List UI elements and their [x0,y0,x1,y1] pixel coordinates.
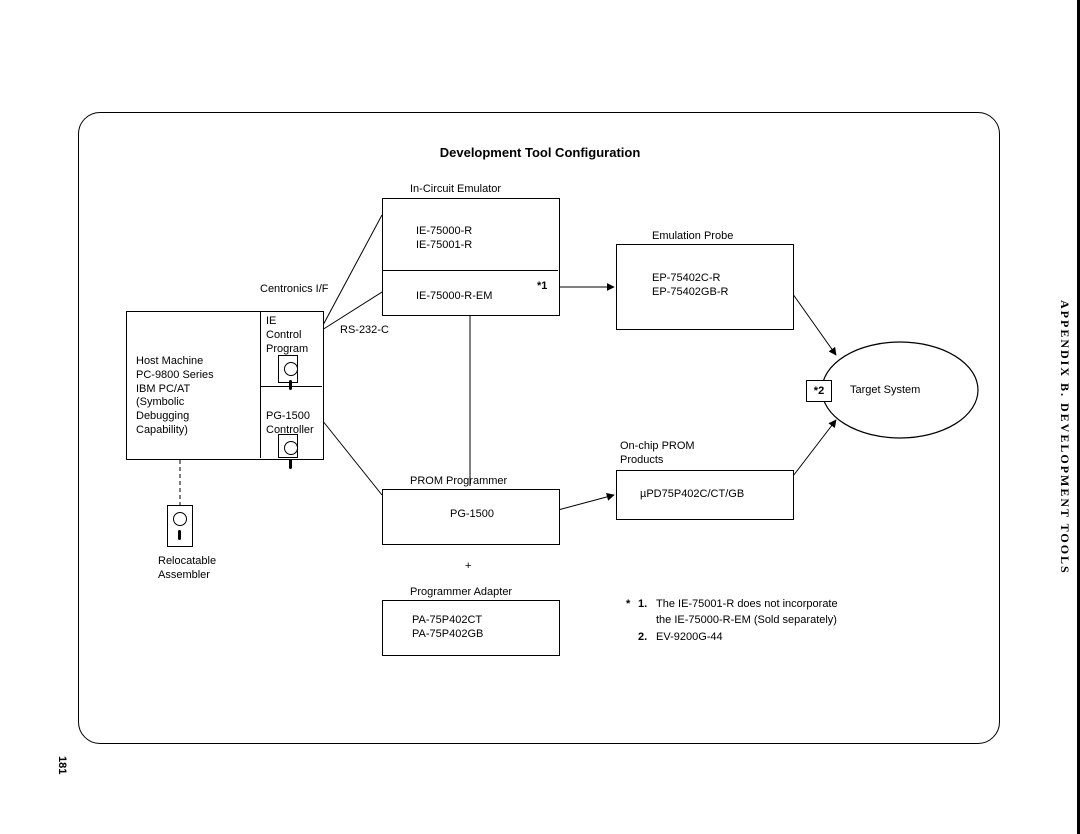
disk-icon [167,505,193,547]
emu-probe-label: Emulation Probe [652,230,733,244]
disk-icon [278,434,298,458]
centronics-label: Centronics I/F [260,283,328,297]
prom-label: PROM Programmer [410,475,507,489]
note1-bold: 1. [638,598,647,612]
onchip-text: µPD75P402C/CT/GB [640,488,744,502]
note1-cont: the IE-75000-R-EM (Sold separately) [656,614,837,628]
reloc-asm-label: Relocatable Assembler [158,555,216,583]
adapter-label: Programmer Adapter [410,586,512,600]
page-number: 181 [56,756,68,774]
disk-icon [278,355,298,383]
host-divider-v [260,311,261,458]
adapter-text: PA-75P402CT PA-75P402GB [412,614,483,642]
ie-control-label: IE Control Program [266,315,308,356]
rs232-label: RS-232-C [340,324,389,338]
appendix-label: APPENDIX B. DEVELOPMENT TOOLS [1057,300,1072,575]
emulator-label: In-Circuit Emulator [410,183,501,197]
emu-probe-text: EP-75402C-R EP-75402GB-R [652,272,728,300]
onchip-label: On-chip PROM Products [620,440,695,468]
plus-label: + [465,560,471,574]
target-label: Target System [850,384,920,398]
note1-text: The IE-75001-R does not incorporate [656,598,838,612]
emulator-top-text: IE-75000-R IE-75001-R [416,225,472,253]
note2-text: EV-9200G-44 [656,631,723,645]
emulator-bottom-text: IE-75000-R-EM [416,290,492,304]
note-star: * [626,598,630,612]
emulator-divider [382,270,558,271]
ref2-label: *2 [806,380,832,402]
host-machine-label: Host Machine PC-9800 Series IBM PC/AT (S… [136,355,214,438]
note2-bold: 2. [638,631,647,645]
prom-text: PG-1500 [450,508,494,522]
ref1-label: *1 [537,280,547,294]
